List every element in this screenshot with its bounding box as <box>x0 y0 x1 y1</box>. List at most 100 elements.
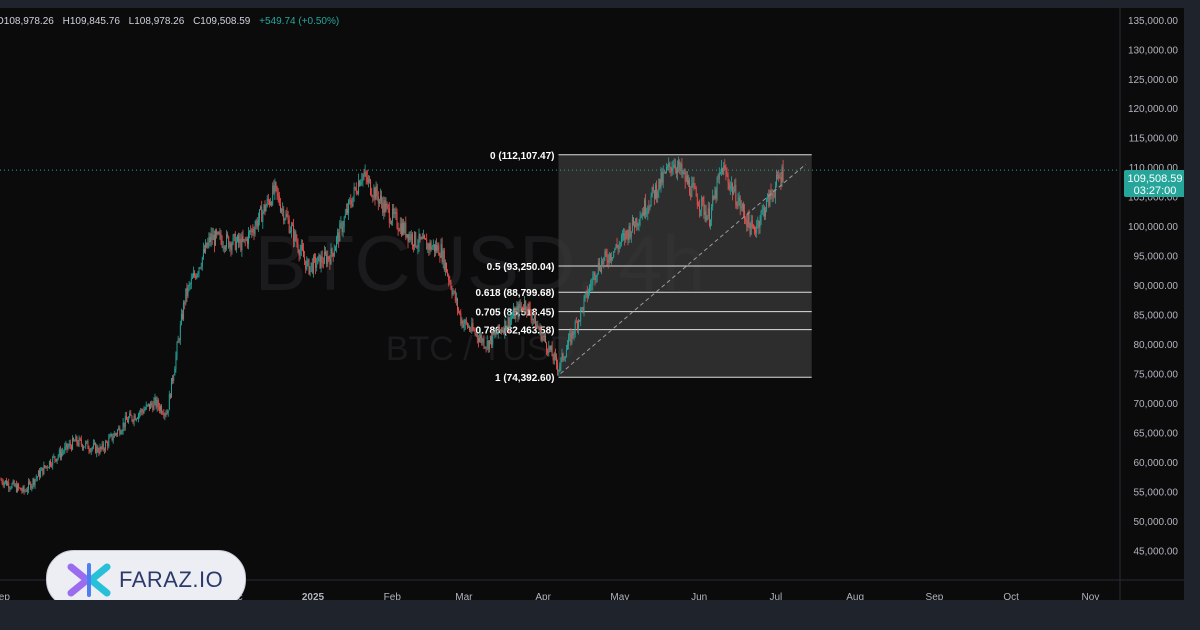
candle-body <box>95 443 97 454</box>
candle-body <box>527 303 529 313</box>
candle-body <box>157 399 159 407</box>
candle-body <box>700 209 702 211</box>
price-tick-label: 130,000.00 <box>1128 45 1178 56</box>
candle-body <box>169 394 171 398</box>
price-tick-label: 120,000.00 <box>1128 104 1178 115</box>
candle-body <box>114 433 116 435</box>
candle-body <box>326 254 328 264</box>
candle-body <box>640 216 642 219</box>
candle-body <box>183 302 185 319</box>
candle-body <box>402 222 403 235</box>
candle-body <box>55 459 57 462</box>
candle-body <box>295 231 297 241</box>
candle-body <box>416 246 418 248</box>
candle-body <box>31 485 33 489</box>
candle-body <box>563 358 565 360</box>
candle-body <box>15 484 17 492</box>
candle-body <box>482 338 484 343</box>
candle-body <box>250 230 252 233</box>
candle-body <box>363 174 365 176</box>
candle-body <box>100 446 102 449</box>
candle-body <box>782 167 784 181</box>
candle-body <box>111 434 113 441</box>
candle-body <box>165 413 167 415</box>
candle-body <box>309 266 311 274</box>
candle-body <box>131 415 133 421</box>
candle-body <box>578 320 579 329</box>
candle-body <box>352 196 354 206</box>
candle-body <box>323 251 325 264</box>
candle-body <box>266 198 268 206</box>
candle-body <box>405 222 407 238</box>
candle-body <box>641 212 643 217</box>
fib-level-label: 0.618 (88,799.68) <box>476 288 555 299</box>
candle-body <box>124 416 126 428</box>
candle-body <box>692 182 694 184</box>
candle-body <box>339 223 341 242</box>
candle-body <box>509 319 511 327</box>
price-axis[interactable]: 135,000.00 130,000.00 125,000.00 120,000.00… <box>1119 8 1178 600</box>
candle-body <box>367 179 369 183</box>
candle-body <box>223 246 225 249</box>
candle-body <box>534 314 535 320</box>
candle-body <box>636 218 638 226</box>
candle-body <box>284 218 286 221</box>
candle-body <box>565 350 567 358</box>
candle-body <box>371 194 373 197</box>
candle-body <box>660 172 662 188</box>
candle-body <box>581 307 583 309</box>
candle-body <box>96 446 98 454</box>
chart-canvas[interactable]: BTCUSD, 4h BTC / TUSD 0 (112,107.47)0.5 … <box>0 8 1184 600</box>
candle-body <box>107 442 109 447</box>
candle-body <box>154 397 156 401</box>
candle-body <box>530 313 532 321</box>
candle-body <box>713 195 715 200</box>
candle-body <box>766 198 768 210</box>
candle-body <box>430 242 432 250</box>
candle-body <box>393 208 395 215</box>
candle-body <box>444 262 446 270</box>
price-chart[interactable]: BTCUSD, 4h BTC / TUSD 0 (112,107.47) 0.5 … <box>0 8 1184 600</box>
candle-body <box>12 481 14 484</box>
candle-body <box>605 251 607 255</box>
candle-body <box>728 182 730 189</box>
candle-body <box>600 269 601 272</box>
candle-body <box>652 186 654 191</box>
candle-body <box>358 180 359 194</box>
candle-body <box>290 225 292 232</box>
candle-body <box>439 255 441 258</box>
candle-body <box>26 489 28 492</box>
candle-body <box>748 212 750 224</box>
candle-body <box>477 338 479 342</box>
candle-body <box>230 243 232 251</box>
candle-body <box>257 219 259 227</box>
candle-body <box>329 259 331 265</box>
candle-body <box>512 316 513 318</box>
candle-body <box>190 278 192 285</box>
candle-body <box>276 186 278 194</box>
candle-body <box>737 200 739 207</box>
candle-body <box>473 329 475 331</box>
candle-body <box>717 178 719 180</box>
candle-body <box>274 182 276 193</box>
candle-body <box>560 358 562 367</box>
candle-body <box>395 212 397 214</box>
candle-body <box>18 484 20 488</box>
candle-body <box>684 171 686 182</box>
candle-body <box>591 284 593 286</box>
candle-body <box>106 442 108 443</box>
candle-body <box>476 333 478 339</box>
candle-body <box>375 186 377 200</box>
candle-body <box>387 205 389 208</box>
time-tick-label: Mar <box>455 592 473 600</box>
candle-body <box>490 335 491 341</box>
candle-body <box>435 244 436 252</box>
candle-body <box>285 213 287 219</box>
candle-body <box>658 178 660 193</box>
candle-body <box>704 211 706 215</box>
candle-body <box>23 486 25 492</box>
candle-body <box>431 246 433 250</box>
candle-body <box>314 256 315 258</box>
candle-body <box>503 330 505 334</box>
candle-body <box>757 221 759 227</box>
